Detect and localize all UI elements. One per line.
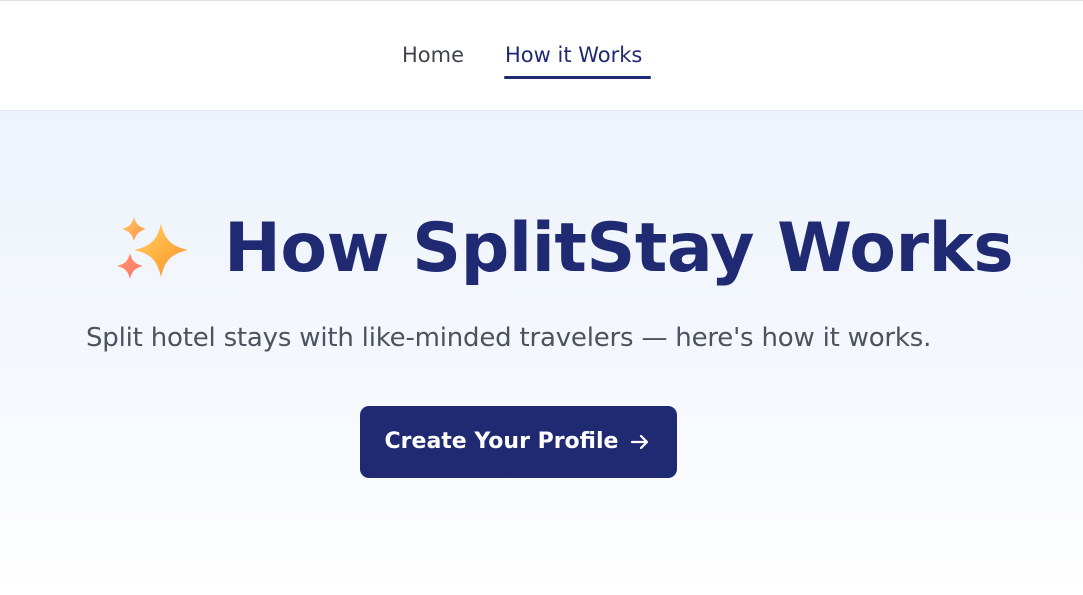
- create-profile-button-label: Create Your Profile: [384, 429, 619, 454]
- create-profile-button[interactable]: Create Your Profile: [360, 406, 677, 478]
- page-title: How SplitStay Works: [224, 209, 1014, 288]
- sparkles-icon: [117, 217, 188, 279]
- hero-subtitle: Split hotel stays with like-minded trave…: [86, 323, 932, 353]
- active-nav-underline: [504, 76, 651, 79]
- arrow-right-icon: [631, 434, 649, 450]
- top-navigation: Home How it Works: [0, 1, 1083, 111]
- nav-item-how-it-works[interactable]: How it Works: [505, 40, 642, 70]
- nav-item-home[interactable]: Home: [402, 40, 464, 70]
- hero-section: How SplitStay Works Split hotel stays wi…: [0, 111, 1083, 595]
